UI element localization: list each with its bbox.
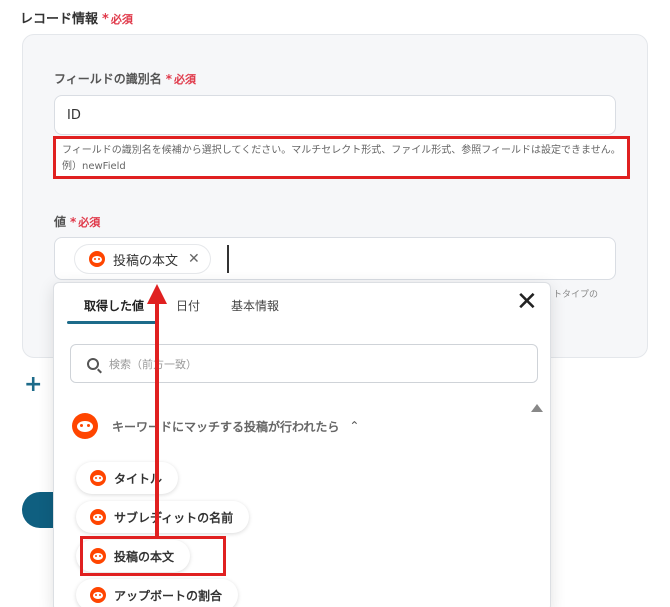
reddit-icon xyxy=(89,251,105,267)
tab-basic-info[interactable]: 基本情報 xyxy=(231,297,279,314)
value-chip-label: 投稿の本文 xyxy=(113,253,179,269)
trigger-group-label: キーワードにマッチする投稿が行われたら xyxy=(112,419,340,434)
list-item[interactable]: アップボートの割合 xyxy=(76,579,239,607)
required-star: * xyxy=(102,12,109,27)
annotation-arrow-shaft xyxy=(155,300,159,538)
required-label: 必須 xyxy=(78,216,101,229)
search-placeholder: 検索（前方一致） xyxy=(109,357,197,371)
scroll-up-icon[interactable] xyxy=(531,404,543,412)
field-value-label: 値 * 必須 xyxy=(54,213,100,230)
search-icon xyxy=(87,357,99,370)
list-item-label: サブレディットの名前 xyxy=(114,510,234,525)
field-value-label-text: 値 xyxy=(54,215,67,229)
chevron-up-icon[interactable]: ⌃ xyxy=(349,419,359,433)
search-input[interactable]: 検索（前方一致） xyxy=(70,344,538,383)
value-chip[interactable]: 投稿の本文 ✕ xyxy=(75,245,210,273)
annotation-arrow-head xyxy=(147,284,167,304)
list-item[interactable]: タイトル xyxy=(76,462,179,494)
field-id-value: ID xyxy=(67,108,81,123)
close-icon[interactable]: ✕ xyxy=(516,289,538,315)
reddit-icon xyxy=(90,509,106,525)
field-id-label-text: フィールドの識別名 xyxy=(54,72,162,86)
reddit-icon xyxy=(72,413,98,439)
active-tab-indicator xyxy=(67,321,157,324)
section-title: レコード情報 * 必須 xyxy=(20,8,133,27)
required-star: * xyxy=(165,72,173,86)
field-id-input[interactable]: ID xyxy=(54,95,616,135)
close-icon[interactable]: ✕ xyxy=(188,251,200,267)
required-star: * xyxy=(70,215,77,229)
field-value-input[interactable]: 投稿の本文 ✕ xyxy=(54,237,616,280)
trigger-group-header[interactable]: キーワードにマッチする投稿が行われたら ⌃ xyxy=(72,413,359,439)
tab-acquired-values[interactable]: 取得した値 xyxy=(84,297,144,314)
field-id-help-text: フィールドの識別名を候補から選択してください。マルチセレクト形式、ファイル形式、… xyxy=(62,145,621,172)
field-id-help-highlight: フィールドの識別名を候補から選択してください。マルチセレクト形式、ファイル形式、… xyxy=(53,136,630,179)
field-id-label: フィールドの識別名 * 必須 xyxy=(54,70,196,87)
list-item[interactable]: サブレディットの名前 xyxy=(76,501,250,533)
required-label: 必須 xyxy=(174,73,197,86)
required-label: 必須 xyxy=(110,13,133,26)
list-item-label: アップボートの割合 xyxy=(114,588,223,603)
field-value-help-text: トタイプの xyxy=(553,290,599,300)
text-cursor xyxy=(227,245,229,273)
reddit-icon xyxy=(90,587,106,603)
section-title-text: レコード情報 xyxy=(20,12,99,27)
reddit-icon xyxy=(90,470,106,486)
selected-item-highlight xyxy=(80,536,226,576)
add-field-button[interactable]: + xyxy=(24,372,42,397)
tab-date[interactable]: 日付 xyxy=(176,297,200,314)
